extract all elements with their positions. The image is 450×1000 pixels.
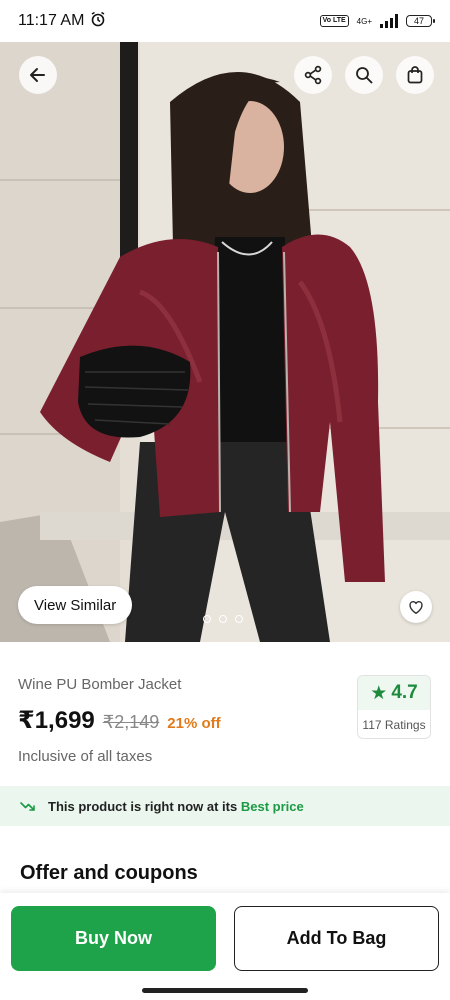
product-image-gallery[interactable]: View Similar: [0, 42, 450, 642]
best-price-banner: This product is right now at its Best pr…: [0, 786, 450, 826]
back-arrow-icon: [30, 68, 45, 82]
product-name: Wine PU Bomber Jacket: [18, 676, 182, 693]
battery-level: 47: [413, 16, 424, 26]
network-type: 4G+: [356, 16, 372, 26]
price-row: ₹1,699 ₹2,149 21% off: [18, 706, 221, 735]
status-bar: 11:17 AM Vo LTE 4G+ 47: [0, 0, 450, 42]
gallery-dot[interactable]: [203, 615, 211, 623]
trend-down-icon: [20, 802, 35, 811]
gallery-dots: [203, 615, 243, 623]
rating-badge[interactable]: ★ 4.7 117 Ratings: [357, 675, 431, 739]
heart-icon: [409, 600, 423, 615]
signal-icon: [380, 14, 398, 28]
share-icon: [304, 65, 322, 85]
mrp-price: ₹2,149: [102, 712, 160, 732]
discount-label: 21% off: [167, 715, 221, 732]
search-icon: [356, 67, 373, 84]
tax-note: Inclusive of all taxes: [18, 748, 153, 765]
bag-button[interactable]: [396, 56, 434, 94]
rating-value: 4.7: [391, 682, 418, 703]
add-to-bag-button[interactable]: Add To Bag: [234, 906, 439, 971]
best-price-text: This product is right now at its: [48, 798, 238, 814]
buy-now-button[interactable]: Buy Now: [11, 906, 216, 971]
view-similar-button[interactable]: View Similar: [18, 586, 133, 624]
rating-count: 117 Ratings: [362, 718, 426, 732]
home-indicator[interactable]: [142, 988, 308, 993]
bottom-action-bar: Buy Now Add To Bag: [0, 893, 450, 1000]
status-time: 11:17 AM: [18, 12, 85, 29]
best-price-highlight: Best price: [240, 798, 304, 814]
gallery-dot[interactable]: [219, 615, 227, 623]
alarm-icon: [90, 11, 106, 32]
volte-badge: Vo LTE: [319, 15, 349, 27]
battery-icon: 47: [406, 15, 435, 27]
share-button[interactable]: [294, 56, 332, 94]
star-icon: ★: [370, 682, 388, 704]
selling-price: ₹1,699: [18, 707, 95, 734]
bag-icon: [407, 66, 423, 84]
search-button[interactable]: [345, 56, 383, 94]
back-button[interactable]: [19, 56, 57, 94]
product-photo: [0, 42, 450, 642]
gallery-dot[interactable]: [235, 615, 243, 623]
wishlist-button[interactable]: [400, 591, 432, 623]
offers-section-title: Offer and coupons: [20, 862, 198, 884]
